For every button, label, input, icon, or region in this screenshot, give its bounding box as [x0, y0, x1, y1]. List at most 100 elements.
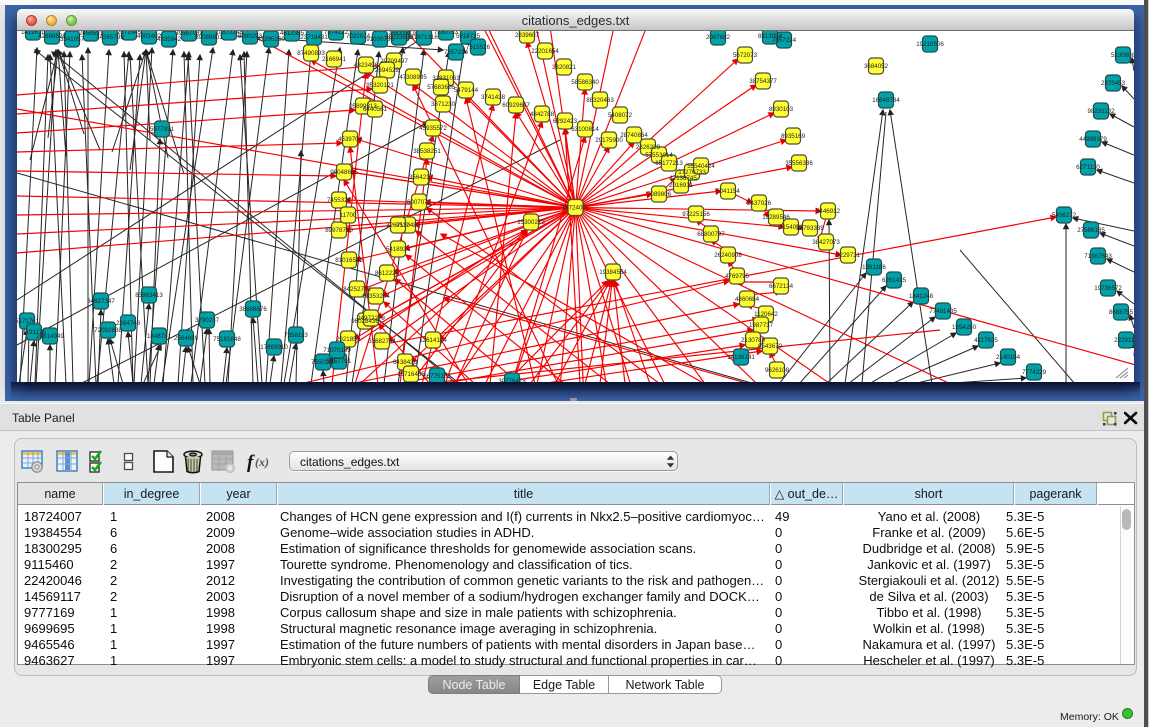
svg-text:1954280: 1954280	[952, 324, 977, 331]
svg-text:35556386: 35556386	[785, 160, 813, 167]
svg-text:2839607: 2839607	[515, 32, 540, 39]
svg-text:38538251: 38538251	[413, 148, 441, 155]
svg-text:6543670: 6543670	[758, 343, 783, 350]
svg-text:6292423: 6292423	[553, 118, 578, 125]
svg-text:5456272: 5456272	[1052, 212, 1077, 219]
svg-text:5479144: 5479144	[454, 87, 479, 94]
svg-text:28740864: 28740864	[620, 132, 648, 139]
svg-text:2264748: 2264748	[116, 320, 141, 327]
svg-text:66775103: 66775103	[423, 373, 451, 380]
svg-text:75181648: 75181648	[213, 336, 241, 343]
svg-text:72092888: 72092888	[94, 327, 122, 334]
svg-text:16648784: 16648784	[872, 97, 900, 104]
svg-text:4117625: 4117625	[974, 337, 998, 344]
svg-text:14136141: 14136141	[727, 354, 755, 361]
svg-text:18724007: 18724007	[562, 205, 590, 212]
svg-text:2229110: 2229110	[1114, 337, 1134, 344]
svg-text:31831063: 31831063	[432, 75, 460, 82]
svg-text:7089806: 7089806	[647, 191, 672, 198]
svg-text:3267110: 3267110	[386, 222, 410, 229]
svg-text:90048665: 90048665	[330, 169, 358, 176]
svg-text:6261415: 6261415	[882, 277, 907, 284]
svg-text:9626108: 9626108	[765, 367, 790, 374]
svg-text:2921859: 2921859	[336, 336, 361, 343]
svg-text:47308985: 47308985	[399, 74, 427, 81]
svg-text:24972279: 24972279	[357, 315, 385, 322]
svg-text:15716485: 15716485	[397, 371, 425, 378]
svg-text:3741438: 3741438	[481, 94, 506, 101]
svg-text:4769795: 4769795	[725, 273, 750, 280]
svg-text:8612220: 8612220	[375, 270, 400, 277]
svg-text:57683626: 57683626	[427, 84, 455, 91]
svg-text:4539704: 4539704	[338, 136, 363, 143]
svg-text:5672073: 5672073	[733, 52, 758, 59]
svg-text:5041154: 5041154	[716, 188, 740, 195]
svg-text:8813054: 8813054	[758, 33, 783, 40]
svg-text:3564217: 3564217	[409, 174, 434, 181]
svg-text:17869910: 17869910	[260, 344, 288, 351]
svg-text:(x): (x)	[255, 455, 269, 469]
svg-text:3790237: 3790237	[195, 317, 220, 324]
svg-text:7774229: 7774229	[1022, 369, 1047, 376]
svg-text:3684052: 3684052	[864, 63, 889, 70]
svg-text:7374122: 7374122	[324, 31, 349, 36]
svg-text:1120642: 1120642	[754, 311, 778, 318]
svg-text:6229731: 6229731	[836, 252, 861, 259]
svg-text:7358113: 7358113	[284, 332, 308, 339]
svg-text:26240908: 26240908	[714, 252, 742, 259]
svg-text:45935572: 45935572	[419, 125, 447, 132]
svg-text:65177213: 65177213	[655, 160, 683, 167]
svg-text:81016525: 81016525	[335, 257, 363, 264]
svg-text:22201654: 22201654	[531, 48, 559, 55]
svg-text:83863413: 83863413	[135, 292, 163, 299]
svg-text:19218506: 19218506	[916, 41, 944, 48]
svg-text:2016911: 2016911	[669, 182, 693, 189]
svg-text:6271130: 6271130	[1076, 164, 1100, 171]
svg-text:68800797: 68800797	[697, 231, 725, 238]
svg-text:1987737: 1987737	[749, 322, 774, 329]
svg-text:8688755: 8688755	[1109, 309, 1134, 316]
svg-text:2375453: 2375453	[1101, 80, 1126, 87]
svg-text:27566185: 27566185	[1077, 227, 1105, 234]
svg-text:6440561: 6440561	[363, 106, 388, 113]
svg-text:5977931: 5977931	[150, 126, 175, 133]
svg-text:1841248: 1841248	[909, 293, 934, 300]
svg-text:58586340: 58586340	[571, 79, 599, 86]
svg-text:34627347: 34627347	[87, 298, 115, 305]
svg-text:71070189: 71070189	[323, 347, 351, 354]
svg-text:47295260: 47295260	[257, 36, 285, 43]
svg-text:2564689: 2564689	[174, 335, 199, 342]
svg-text:5418934: 5418934	[386, 246, 411, 253]
svg-text:2166941: 2166941	[322, 56, 347, 63]
svg-text:4842788: 4842788	[530, 111, 555, 118]
svg-text:38754377: 38754377	[749, 78, 777, 85]
svg-text:2437026: 2437026	[747, 200, 772, 207]
svg-text:3320821: 3320821	[552, 64, 577, 71]
svg-text:8935169: 8935169	[781, 133, 806, 140]
svg-text:11700: 11700	[340, 212, 357, 219]
svg-text:77491435: 77491435	[929, 308, 957, 315]
svg-text:2140194: 2140194	[996, 354, 1021, 361]
svg-text:28814949: 28814949	[36, 333, 64, 340]
svg-text:44999379: 44999379	[1079, 136, 1107, 143]
svg-text:8930103: 8930103	[769, 106, 794, 113]
svg-text:16033809: 16033809	[385, 34, 413, 41]
svg-text:97225156: 97225156	[682, 211, 710, 218]
svg-text:5918715: 5918715	[456, 33, 481, 40]
svg-text:84252722: 84252722	[343, 286, 371, 293]
svg-text:89978790: 89978790	[325, 227, 353, 234]
svg-text:63100814: 63100814	[571, 126, 599, 133]
svg-text:95320121: 95320121	[366, 82, 394, 89]
svg-text:31682744: 31682744	[368, 338, 396, 345]
svg-text:19384554: 19384554	[599, 269, 627, 276]
svg-text:6672134: 6672134	[769, 283, 794, 290]
svg-text:68353204: 68353204	[362, 293, 390, 300]
svg-text:98231132: 98231132	[1087, 108, 1115, 115]
svg-text:2087682: 2087682	[706, 34, 731, 41]
svg-text:4335942: 4335942	[157, 36, 182, 43]
svg-text:2694522: 2694522	[375, 67, 400, 74]
svg-text:17270733: 17270733	[678, 169, 706, 176]
svg-text:60929647: 60929647	[502, 102, 530, 109]
svg-text:7350753: 7350753	[434, 31, 459, 36]
svg-text:7455324: 7455324	[327, 197, 352, 204]
